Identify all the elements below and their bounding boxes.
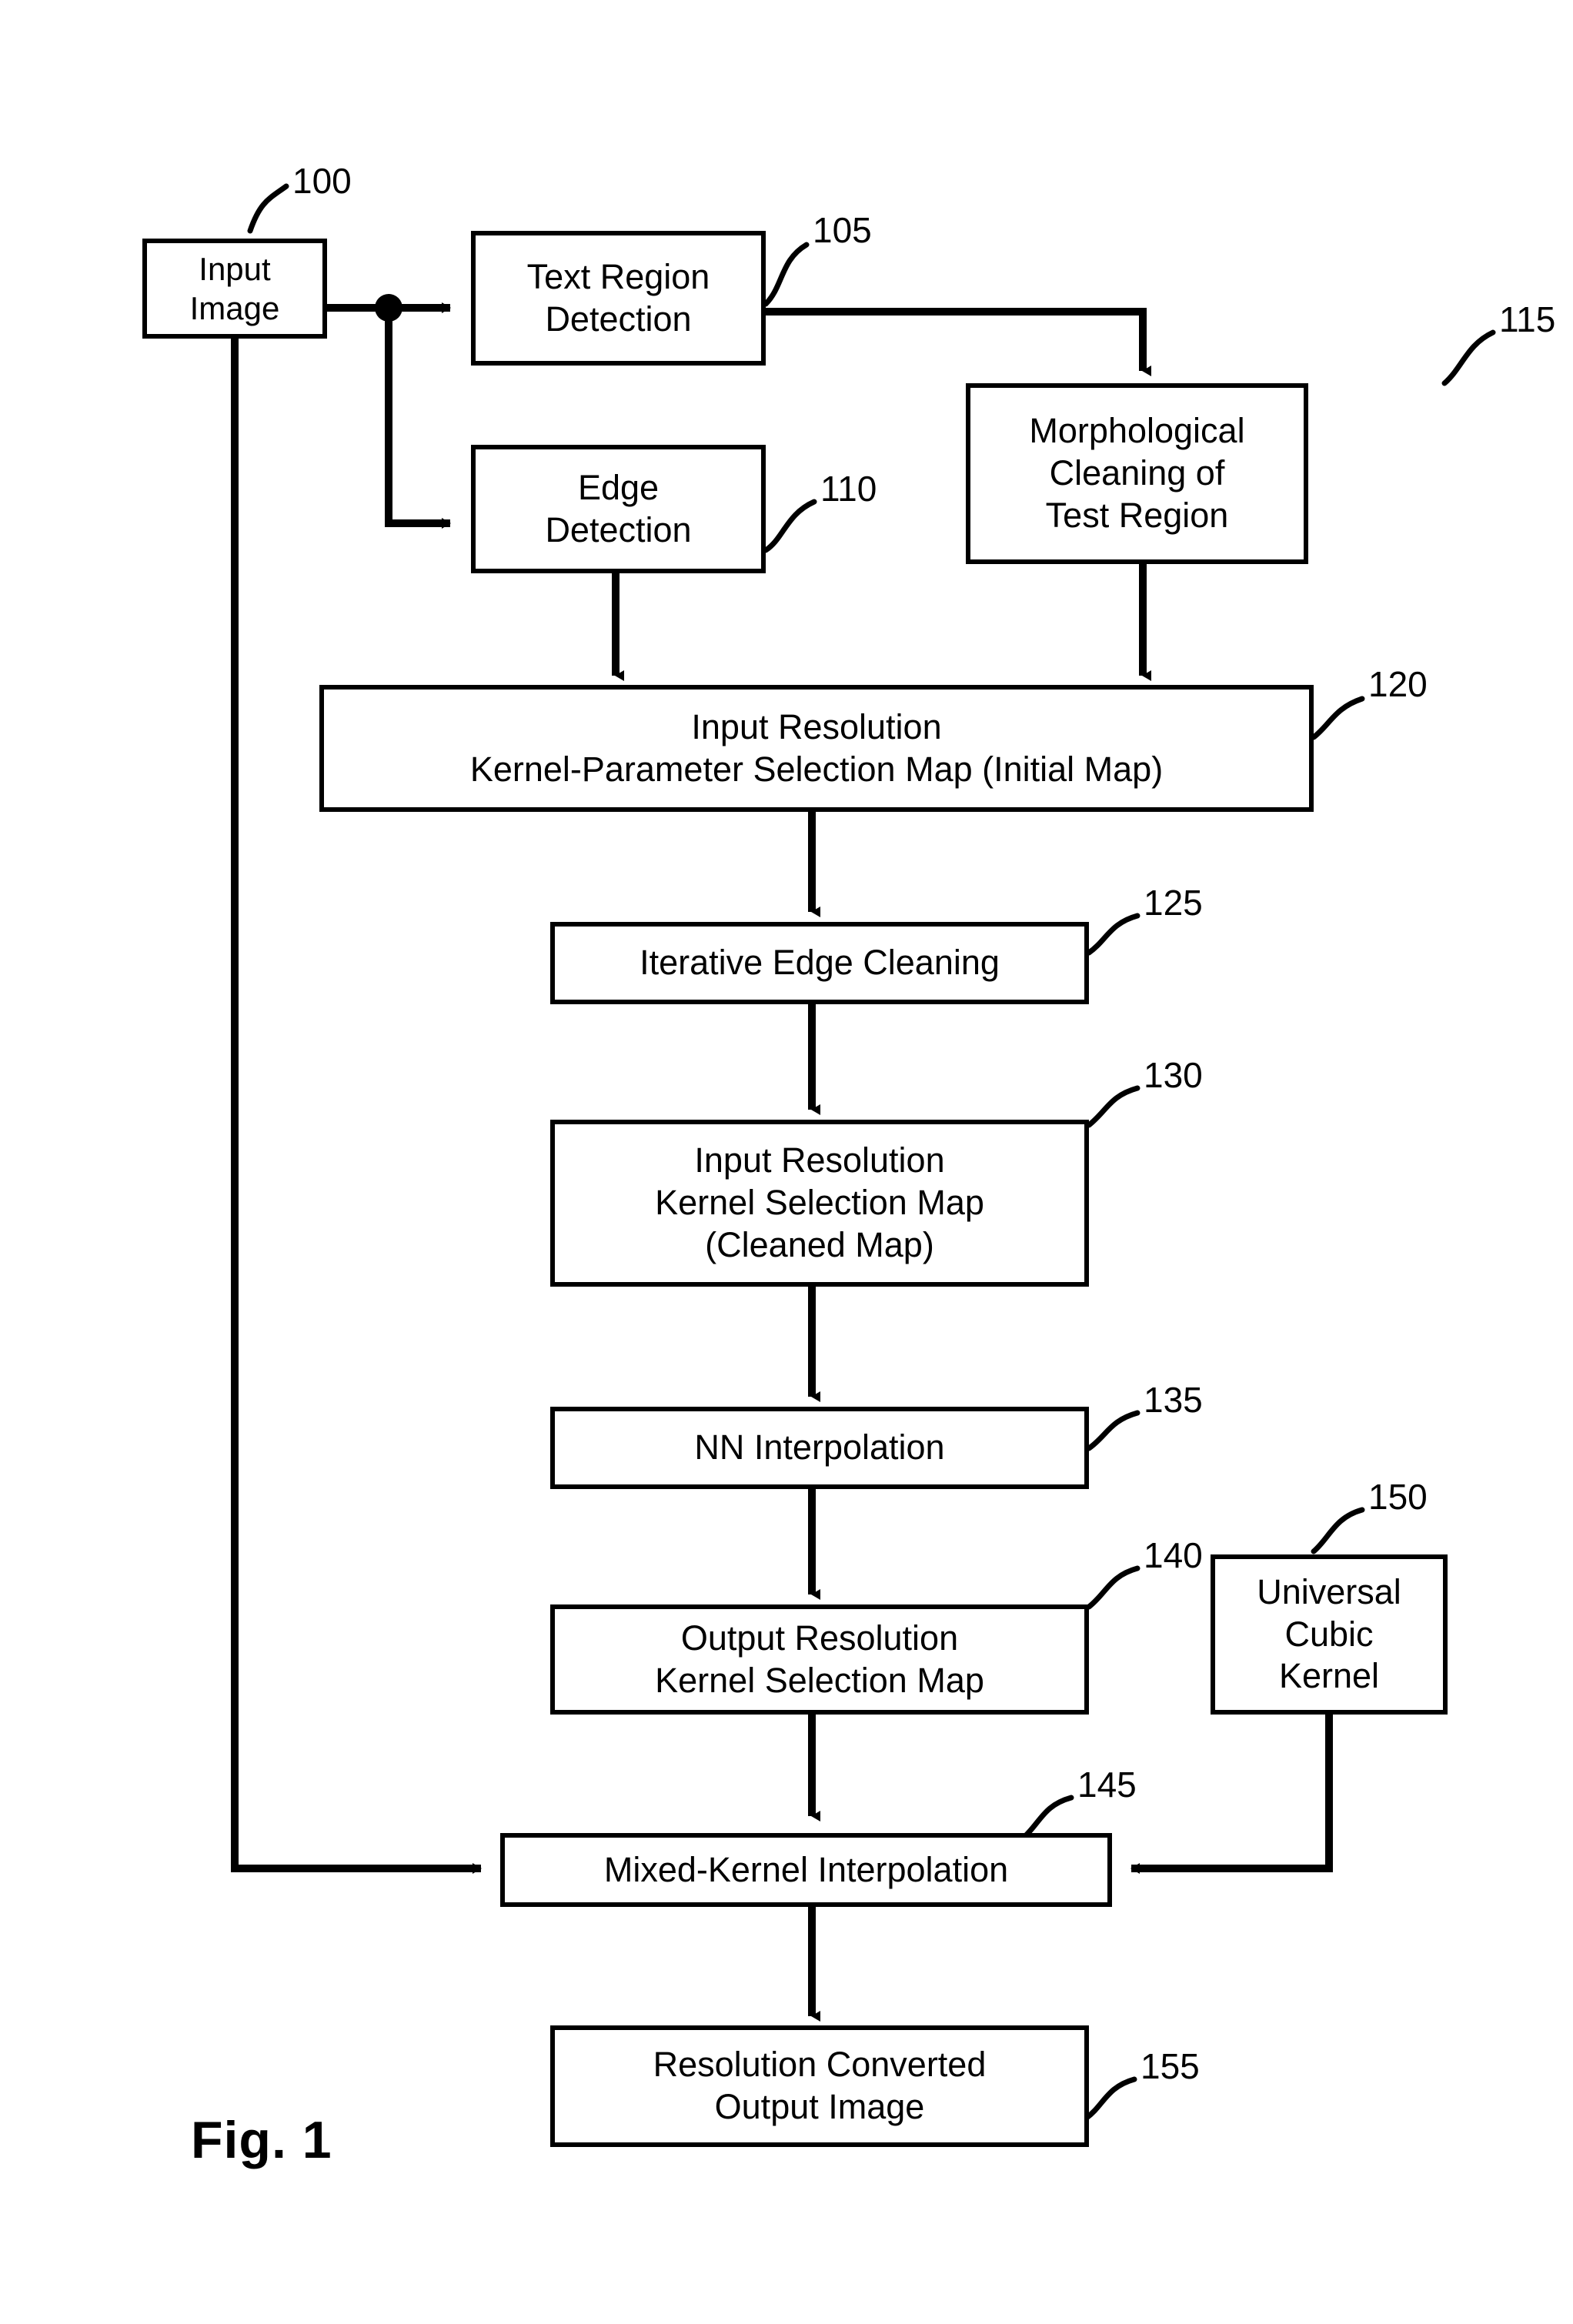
- node-universal-cubic-kernel[interactable]: Universal Cubic Kernel: [1211, 1554, 1448, 1715]
- node-mixed-kernel-interpolation-line-0: Mixed-Kernel Interpolation: [603, 1849, 1009, 1889]
- leader-line-140: [1086, 1565, 1141, 1610]
- leader-line-115: [1441, 329, 1496, 386]
- node-initial-map-line-0: Input Resolution: [691, 706, 942, 746]
- node-output-map-line-1: Kernel Selection Map: [655, 1660, 984, 1700]
- leader-line-120: [1311, 696, 1365, 740]
- node-iterative-edge-cleaning[interactable]: Iterative Edge Cleaning: [550, 922, 1089, 1004]
- node-text-region-detection-line-1: Detection: [545, 299, 692, 339]
- junction-dot: [375, 294, 402, 322]
- ref-number-150: 150: [1368, 1477, 1428, 1517]
- leader-line-110: [763, 499, 817, 553]
- node-initial-map-line-1: Kernel-Parameter Selection Map (Initial …: [469, 749, 1164, 789]
- node-edge-detection[interactable]: Edge Detection: [471, 445, 766, 573]
- node-mixed-kernel-interpolation[interactable]: Mixed-Kernel Interpolation: [500, 1833, 1112, 1907]
- node-output-image[interactable]: Resolution Converted Output Image: [550, 2025, 1089, 2147]
- node-universal-cubic-kernel-line-2: Kernel: [1278, 1656, 1380, 1696]
- ref-number-105: 105: [813, 210, 872, 250]
- node-initial-map[interactable]: Input Resolution Kernel-Parameter Select…: [319, 685, 1314, 812]
- edge-input-to-edge-detection: [385, 308, 451, 529]
- leader-line-130: [1086, 1085, 1141, 1128]
- patent-figure-page: Input Image Text Region Detection Edge D…: [0, 0, 1573, 2324]
- leader-line-135: [1086, 1410, 1141, 1451]
- node-text-region-detection[interactable]: Text Region Detection: [471, 231, 766, 366]
- node-universal-cubic-kernel-line-0: Universal: [1257, 1571, 1401, 1611]
- edge-input-to-mixed-kernel: [231, 339, 482, 1874]
- node-edge-detection-line-0: Edge: [577, 467, 660, 507]
- node-cleaned-map-line-0: Input Resolution: [694, 1140, 945, 1180]
- node-edge-detection-line-1: Detection: [545, 509, 692, 549]
- node-input-image-line-1: Image: [189, 290, 280, 326]
- ref-number-145: 145: [1077, 1765, 1137, 1805]
- node-cleaned-map[interactable]: Input Resolution Kernel Selection Map (C…: [550, 1120, 1089, 1287]
- ref-number-110: 110: [820, 469, 877, 509]
- figure-label: Fig. 1: [191, 2111, 332, 2169]
- node-input-image-line-0: Input: [199, 250, 271, 287]
- ref-number-115: 115: [1499, 299, 1556, 339]
- node-morphological-cleaning-line-1: Cleaning of: [1049, 453, 1225, 493]
- node-output-map-line-0: Output Resolution: [680, 1618, 959, 1658]
- leader-line-155: [1084, 2076, 1137, 2121]
- node-cleaned-map-line-2: (Cleaned Map): [705, 1224, 934, 1264]
- ref-number-130: 130: [1144, 1055, 1203, 1095]
- ref-number-135: 135: [1144, 1380, 1203, 1420]
- node-cleaned-map-line-1: Kernel Selection Map: [655, 1183, 984, 1223]
- node-morphological-cleaning-line-0: Morphological: [1029, 411, 1245, 451]
- node-input-image[interactable]: Input Image: [142, 239, 327, 339]
- ref-number-100: 100: [292, 161, 352, 201]
- node-nn-interpolation-line-0: NN Interpolation: [694, 1427, 945, 1468]
- ref-number-125: 125: [1144, 883, 1203, 923]
- leader-line-100: [247, 183, 289, 234]
- node-output-map[interactable]: Output Resolution Kernel Selection Map: [550, 1604, 1089, 1715]
- leader-line-150: [1311, 1507, 1365, 1554]
- ref-number-140: 140: [1144, 1535, 1203, 1575]
- leader-line-145: [1020, 1795, 1074, 1841]
- node-nn-interpolation[interactable]: NN Interpolation: [550, 1407, 1089, 1489]
- ref-number-120: 120: [1368, 664, 1428, 704]
- node-universal-cubic-kernel-line-1: Cubic: [1284, 1614, 1374, 1654]
- edge-cubic-kernel-to-mixed-kernel: [1130, 1715, 1333, 1874]
- node-morphological-cleaning[interactable]: Morphological Cleaning of Test Region: [966, 383, 1308, 564]
- node-morphological-cleaning-line-2: Test Region: [1045, 495, 1229, 535]
- leader-line-125: [1086, 913, 1141, 956]
- node-text-region-detection-line-0: Text Region: [526, 256, 710, 296]
- node-iterative-edge-cleaning-line-0: Iterative Edge Cleaning: [640, 943, 1000, 983]
- node-output-image-line-0: Resolution Converted: [653, 2045, 987, 2085]
- edge-text-region-to-morph: [766, 308, 1151, 376]
- leader-line-105: [763, 242, 810, 307]
- ref-number-155: 155: [1141, 2046, 1200, 2086]
- node-output-image-line-1: Output Image: [714, 2087, 925, 2126]
